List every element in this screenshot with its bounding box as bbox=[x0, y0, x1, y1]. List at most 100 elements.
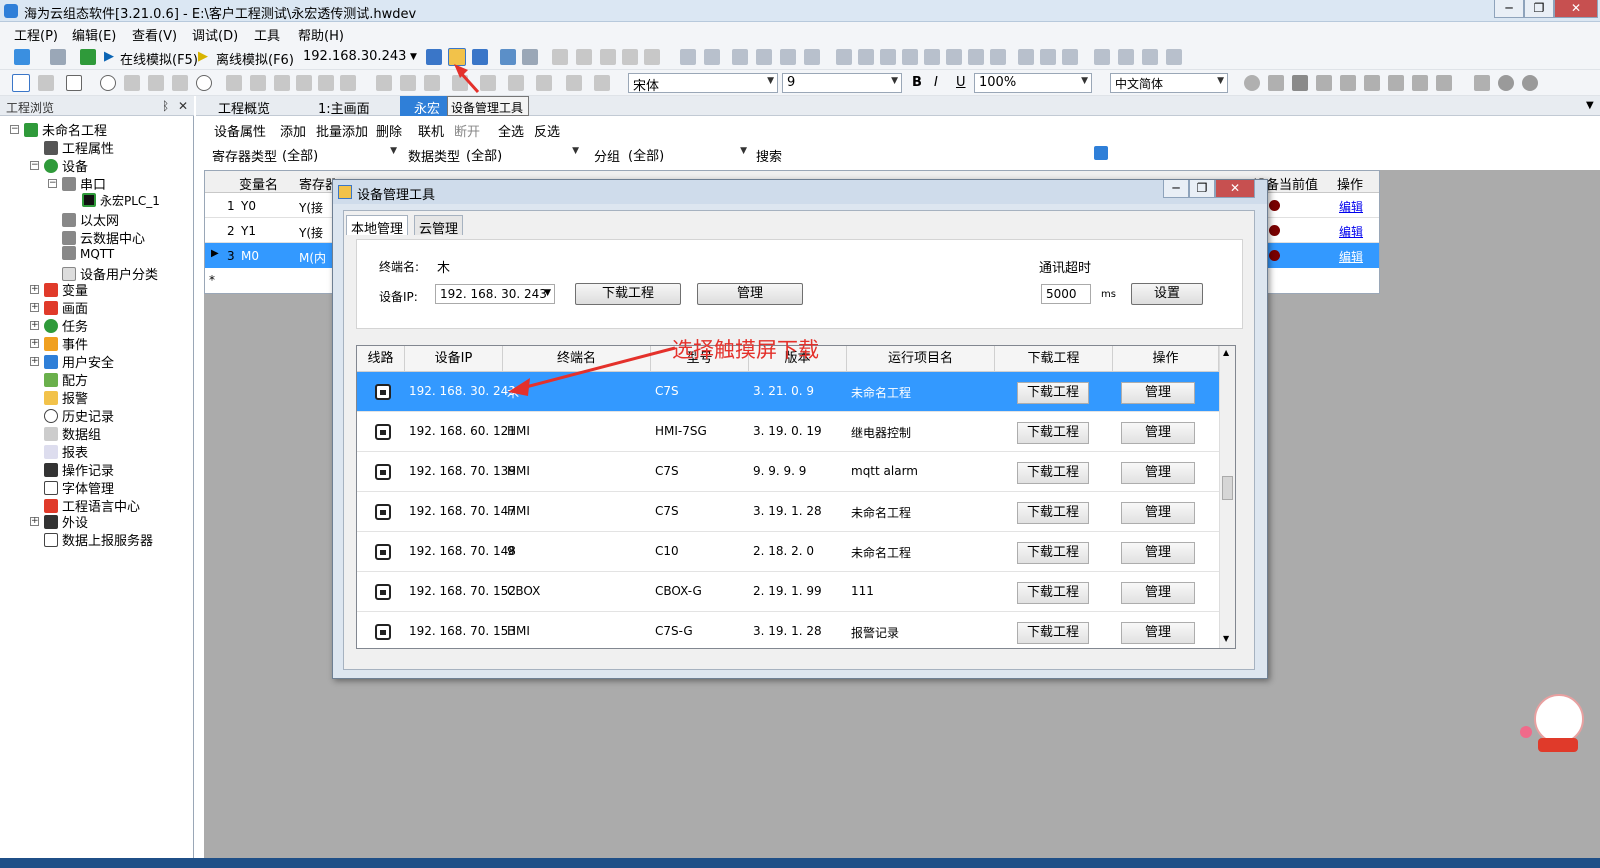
close-button[interactable]: ✕ bbox=[1554, 0, 1598, 18]
row-manage-button[interactable]: 管理 bbox=[1121, 542, 1195, 564]
arrow-end-icon[interactable] bbox=[594, 75, 610, 91]
menu-debug[interactable]: 调试(D) bbox=[192, 25, 238, 44]
row-download-button[interactable]: 下载工程 bbox=[1017, 422, 1089, 444]
tree-devices[interactable]: 设备 bbox=[44, 156, 88, 175]
same-size-icon[interactable] bbox=[1062, 49, 1078, 65]
monitor-icon[interactable] bbox=[500, 49, 516, 65]
line-width-icon[interactable] bbox=[508, 75, 524, 91]
device-ip-select[interactable]: 192. 168. 30. 243 ▼ bbox=[435, 284, 555, 304]
diamond-icon[interactable] bbox=[148, 75, 164, 91]
device-row[interactable]: 192. 168. 60. 121 HMI HMI-7SG 3. 19. 0. 19 继… bbox=[357, 412, 1219, 452]
chart-icon[interactable] bbox=[1412, 75, 1428, 91]
line-icon[interactable] bbox=[124, 75, 140, 91]
collapse-icon[interactable]: − bbox=[10, 125, 19, 134]
edit-link[interactable]: 编辑 bbox=[1339, 248, 1363, 265]
align-left-icon[interactable] bbox=[836, 49, 852, 65]
reg-type-select[interactable]: (全部) ▼ bbox=[278, 144, 400, 164]
expand-icon[interactable]: + bbox=[30, 517, 39, 526]
timeout-input[interactable]: 5000 bbox=[1041, 284, 1091, 304]
rectangle-icon[interactable] bbox=[66, 75, 82, 91]
device-row[interactable]: 192. 168. 70. 139 HMI C7S 9. 9. 9. 9 mqtt al… bbox=[357, 452, 1219, 492]
underline-icon[interactable]: U bbox=[956, 75, 966, 90]
select-all-button[interactable]: 全选 bbox=[498, 121, 524, 140]
display-icon[interactable] bbox=[1364, 75, 1380, 91]
screen-icon[interactable] bbox=[522, 49, 538, 65]
tab-cloud-management[interactable]: 云管理 bbox=[414, 215, 464, 237]
table-icon[interactable] bbox=[1388, 75, 1404, 91]
font-name-select[interactable]: 宋体 ▼ bbox=[628, 73, 778, 93]
pin-icon[interactable] bbox=[274, 75, 290, 91]
same-height-icon[interactable] bbox=[1040, 49, 1056, 65]
flip-v-icon[interactable] bbox=[1142, 49, 1158, 65]
search-icon[interactable] bbox=[1094, 146, 1108, 160]
tree-operation-log[interactable]: 操作记录 bbox=[44, 460, 114, 479]
expand-icon[interactable]: + bbox=[30, 357, 39, 366]
arc-icon[interactable] bbox=[226, 75, 242, 91]
device-row[interactable]: 192. 168. 70. 148 9 C10 2. 18. 2. 0 未命名工程 下载工… bbox=[357, 532, 1219, 572]
connect-button[interactable]: 联机 bbox=[418, 121, 444, 140]
online-sim-button[interactable]: 在线模拟(F5) bbox=[120, 49, 198, 68]
col-reg-type[interactable]: 寄存器类型 bbox=[299, 174, 335, 193]
tree-cloud[interactable]: 云数据中心 bbox=[62, 228, 145, 247]
row-download-button[interactable]: 下载工程 bbox=[1017, 582, 1089, 604]
arrow-down-icon[interactable] bbox=[426, 49, 442, 65]
device-row[interactable]: 192. 168. 70. 147 HMI C7S 3. 19. 1. 28 未命名工程… bbox=[357, 492, 1219, 532]
undo-icon[interactable] bbox=[552, 49, 568, 65]
menu-view[interactable]: 查看(V) bbox=[132, 25, 177, 44]
device-properties-button[interactable]: 设备属性 bbox=[214, 121, 266, 140]
same-width-icon[interactable] bbox=[1018, 49, 1034, 65]
maximize-button[interactable]: ❐ bbox=[1524, 0, 1554, 18]
clock-icon[interactable] bbox=[1522, 75, 1538, 91]
bring-front-icon[interactable] bbox=[732, 49, 748, 65]
flip-h-icon[interactable] bbox=[1118, 49, 1134, 65]
tree-user-security[interactable]: 用户安全 bbox=[44, 352, 114, 371]
line-color-icon[interactable] bbox=[480, 75, 496, 91]
col-operation[interactable]: 操作 bbox=[1113, 346, 1219, 372]
device-row[interactable]: 192. 168. 70. 153 HMI C7S-G 3. 19. 1. 28 报警记… bbox=[357, 612, 1219, 648]
collapse-icon[interactable]: − bbox=[30, 161, 39, 170]
new-icon[interactable] bbox=[14, 49, 30, 65]
search-input[interactable] bbox=[790, 144, 1076, 164]
pointer-icon[interactable] bbox=[38, 75, 54, 91]
zoom-in-icon[interactable] bbox=[400, 75, 416, 91]
align-center-icon[interactable] bbox=[880, 49, 896, 65]
invert-selection-button[interactable]: 反选 bbox=[534, 121, 560, 140]
button-shape-icon[interactable] bbox=[1244, 75, 1260, 91]
tree-tasks[interactable]: 任务 bbox=[44, 316, 88, 335]
row-manage-button[interactable]: 管理 bbox=[1121, 382, 1195, 404]
expand-icon[interactable]: + bbox=[30, 321, 39, 330]
vertical-scrollbar[interactable]: ▲ ▼ bbox=[1219, 346, 1235, 648]
tab-main-screen[interactable]: 1:主画面 bbox=[318, 98, 370, 117]
paste-icon[interactable] bbox=[644, 49, 660, 65]
tree-mqtt[interactable]: MQTT bbox=[62, 246, 114, 264]
download-project-button[interactable]: 下载工程 bbox=[575, 283, 681, 305]
row-manage-button[interactable]: 管理 bbox=[1121, 422, 1195, 444]
align-right-icon[interactable] bbox=[858, 49, 874, 65]
polygon-icon[interactable] bbox=[172, 75, 188, 91]
tree-project-properties[interactable]: 工程属性 bbox=[44, 138, 114, 157]
language-select[interactable]: 中文简体 ▼ bbox=[1110, 73, 1228, 93]
tree-history[interactable]: 历史记录 bbox=[44, 406, 114, 425]
circle-icon[interactable] bbox=[100, 75, 116, 91]
col-project-name[interactable]: 运行项目名 bbox=[847, 346, 995, 372]
tree-reports[interactable]: 报表 bbox=[44, 442, 88, 461]
row-download-button[interactable]: 下载工程 bbox=[1017, 502, 1089, 524]
menu-edit[interactable]: 编辑(E) bbox=[72, 25, 116, 44]
align-middle-icon[interactable] bbox=[946, 49, 962, 65]
edit-link[interactable]: 编辑 bbox=[1339, 198, 1363, 215]
rotate-icon[interactable] bbox=[1094, 49, 1110, 65]
delete-button[interactable]: 删除 bbox=[376, 121, 402, 140]
lamp-icon[interactable] bbox=[1268, 75, 1284, 91]
layer-down-icon[interactable] bbox=[804, 49, 820, 65]
ungroup-icon[interactable] bbox=[704, 49, 720, 65]
menu-tools[interactable]: 工具 bbox=[254, 25, 280, 44]
tree-variables[interactable]: 变量 bbox=[44, 280, 88, 299]
select-pointer-icon[interactable] bbox=[12, 74, 30, 92]
collapse-icon[interactable]: − bbox=[48, 179, 57, 188]
edit-link[interactable]: 编辑 bbox=[1339, 223, 1363, 240]
tree-data-report-server[interactable]: 数据上报服务器 bbox=[44, 530, 153, 549]
save-icon[interactable] bbox=[50, 49, 66, 65]
tree-data-groups[interactable]: 数据组 bbox=[44, 424, 101, 443]
row-manage-button[interactable]: 管理 bbox=[1121, 582, 1195, 604]
close-icon[interactable]: ✕ bbox=[178, 99, 188, 113]
